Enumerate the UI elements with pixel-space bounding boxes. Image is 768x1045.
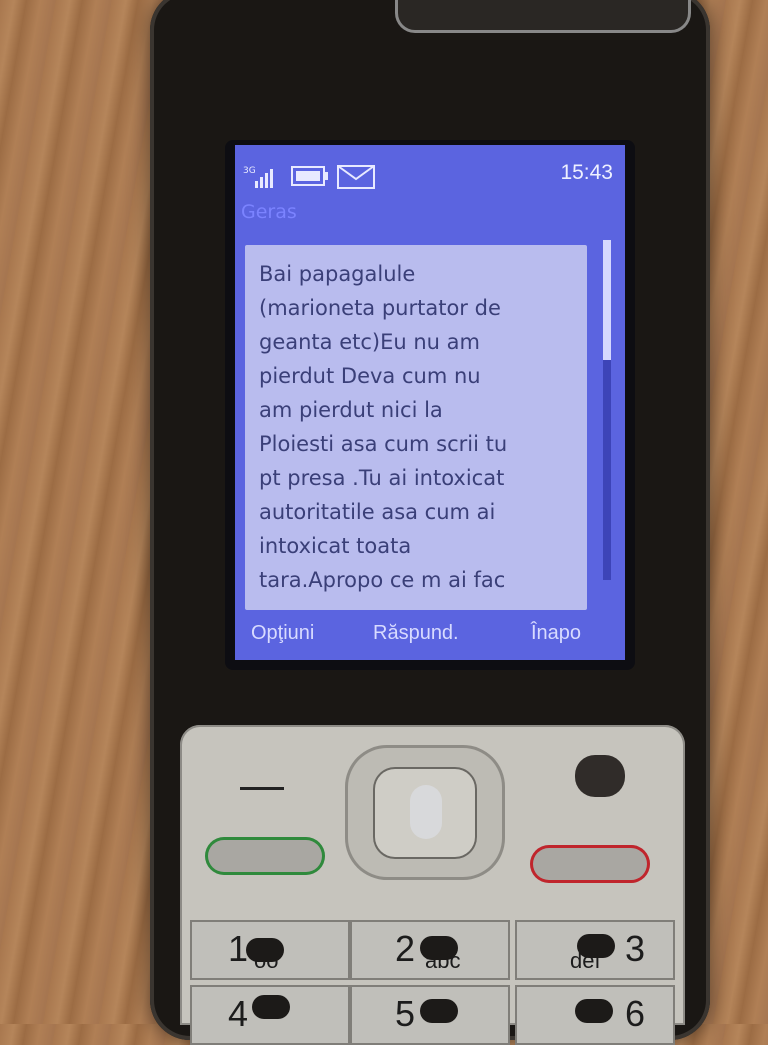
center-key-wear-mark bbox=[410, 785, 442, 839]
key-3[interactable]: 3 def bbox=[515, 920, 675, 980]
message-body-box[interactable]: Bai papagalule (marioneta purtator de ge… bbox=[245, 245, 587, 610]
key-digit: 5 bbox=[395, 993, 416, 1034]
key-digit: 2 bbox=[395, 928, 416, 969]
key-6[interactable]: 6 bbox=[515, 985, 675, 1045]
softkey-bar: Opţiuni Răspund. Înapo bbox=[235, 618, 625, 652]
wear-smudge bbox=[577, 934, 615, 958]
left-selection-key[interactable] bbox=[240, 787, 284, 790]
key-5[interactable]: 5 bbox=[350, 985, 510, 1045]
message-text: Bai papagalule (marioneta purtator de ge… bbox=[259, 262, 508, 592]
network-type-label: 3G bbox=[243, 166, 256, 176]
softkey-back[interactable]: Înapo bbox=[531, 622, 581, 645]
battery-icon bbox=[291, 166, 328, 186]
message-sender: Geras bbox=[241, 201, 297, 223]
call-key[interactable] bbox=[205, 837, 325, 875]
right-selection-key[interactable] bbox=[575, 755, 625, 797]
clock: 15:43 bbox=[560, 161, 613, 184]
wear-smudge bbox=[246, 938, 284, 962]
wear-smudge bbox=[420, 999, 458, 1023]
earpiece-speaker bbox=[395, 0, 691, 33]
key-digit: 4 bbox=[228, 993, 249, 1034]
scrollbar-thumb[interactable] bbox=[603, 240, 611, 360]
keypad: 1 oo 2 abc 3 def 4 5 6 bbox=[180, 725, 685, 1045]
scrollbar[interactable] bbox=[603, 240, 611, 580]
key-digit: 3 bbox=[625, 928, 646, 969]
phone-screen: 3G 15:43 Geras Bai papagalule (marioneta… bbox=[235, 145, 625, 660]
end-call-key[interactable] bbox=[530, 845, 650, 883]
softkey-reply[interactable]: Răspund. bbox=[373, 622, 459, 645]
wear-smudge bbox=[252, 995, 290, 1019]
signal-strength-icon: 3G bbox=[243, 166, 273, 188]
envelope-icon bbox=[337, 165, 375, 189]
navigation-key[interactable] bbox=[345, 745, 505, 880]
key-2[interactable]: 2 abc bbox=[350, 920, 510, 980]
softkey-options[interactable]: Opţiuni bbox=[251, 622, 314, 645]
key-digit: 6 bbox=[625, 993, 646, 1034]
wear-smudge bbox=[575, 999, 613, 1023]
navigation-center-key[interactable] bbox=[373, 767, 477, 859]
key-4[interactable]: 4 bbox=[190, 985, 350, 1045]
status-bar: 3G 15:43 bbox=[235, 155, 625, 195]
key-1[interactable]: 1 oo bbox=[190, 920, 350, 980]
wear-smudge bbox=[420, 936, 458, 960]
